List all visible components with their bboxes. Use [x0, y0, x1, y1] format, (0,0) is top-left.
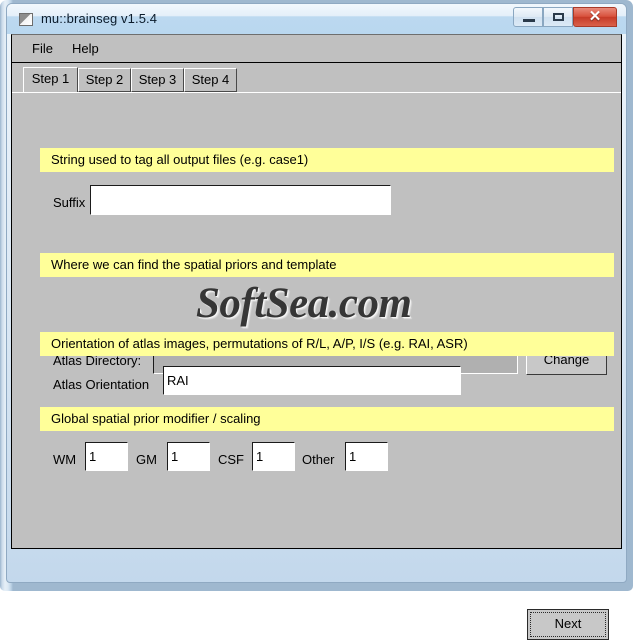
tab-step-4[interactable]: Step 4: [184, 68, 237, 92]
csf-input[interactable]: [252, 442, 295, 471]
application-window: mu::brainseg v1.5.4 ✕ File Help Step 1 S…: [0, 0, 633, 640]
section-header-spatial-prior-text: Global spatial prior modifier / scaling: [51, 411, 261, 426]
csf-label: CSF: [218, 452, 244, 467]
maximize-button[interactable]: [543, 7, 573, 27]
minimize-icon: [523, 19, 535, 22]
wm-input[interactable]: [85, 442, 128, 471]
app-icon: [19, 13, 33, 26]
window-title: mu::brainseg v1.5.4: [41, 11, 158, 26]
minimize-button[interactable]: [513, 7, 543, 27]
other-input[interactable]: [345, 442, 388, 471]
section-header-suffix: String used to tag all output files (e.g…: [40, 148, 614, 172]
tab-step-2[interactable]: Step 2: [78, 68, 131, 92]
menu-item-help[interactable]: Help: [67, 40, 104, 57]
tab-step-1[interactable]: Step 1: [23, 67, 78, 93]
section-header-spatial-prior: Global spatial prior modifier / scaling: [40, 407, 614, 431]
section-header-atlas-directory: Where we can find the spatial priors and…: [40, 253, 614, 277]
section-header-atlas-directory-text: Where we can find the spatial priors and…: [51, 257, 337, 272]
atlas-orientation-input[interactable]: [163, 366, 461, 395]
section-header-suffix-text: String used to tag all output files (e.g…: [51, 152, 309, 167]
tab-bar: Step 1 Step 2 Step 3 Step 4: [12, 63, 621, 93]
maximize-icon: [553, 13, 564, 21]
menu-item-file[interactable]: File: [27, 40, 58, 57]
wm-label: WM: [53, 452, 77, 467]
section-header-atlas-orientation: Orientation of atlas images, permutation…: [40, 332, 614, 356]
close-button[interactable]: ✕: [573, 7, 617, 27]
gm-input[interactable]: [167, 442, 210, 471]
tab-panel-step-1: String used to tag all output files (e.g…: [12, 92, 621, 640]
client-area: File Help Step 1 Step 2 Step 3 Step 4 St…: [11, 34, 622, 640]
atlas-orientation-label: Atlas Orientation: [53, 377, 150, 392]
title-bar[interactable]: mu::brainseg v1.5.4 ✕: [7, 4, 626, 34]
close-icon: ✕: [588, 9, 602, 25]
other-label: Other: [302, 452, 335, 467]
next-button-label: Next: [554, 616, 582, 631]
next-button[interactable]: Next: [527, 609, 609, 640]
tab-step-3[interactable]: Step 3: [131, 68, 184, 92]
gm-label: GM: [136, 452, 157, 467]
suffix-label: Suffix: [53, 195, 86, 210]
section-header-atlas-orientation-text: Orientation of atlas images, permutation…: [51, 336, 468, 351]
menu-bar: File Help: [12, 35, 621, 63]
suffix-input[interactable]: [90, 185, 391, 215]
